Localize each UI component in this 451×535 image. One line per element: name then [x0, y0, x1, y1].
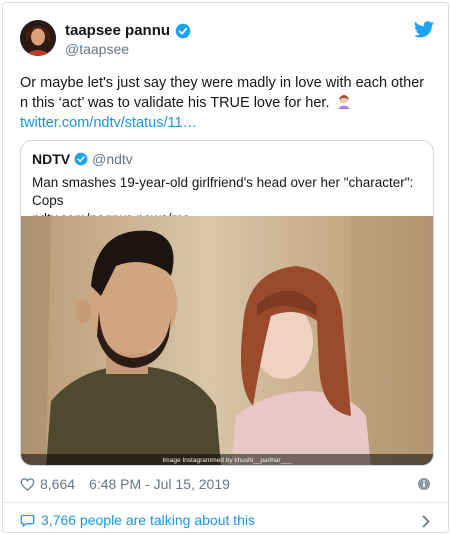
talking-text: 3,766 people are talking about this [41, 512, 256, 528]
couple-photo-illustration [21, 216, 433, 465]
quoted-author-handle: @ndtv [92, 151, 133, 167]
photo-credit: Image Instagrammed by khushi__parihar___ [21, 454, 433, 465]
author-name[interactable]: taapsee pannu [65, 22, 170, 39]
quoted-author-name: NDTV [32, 151, 71, 167]
tweet-meta: 8,664 6:48 PM - Jul 15, 2019 [20, 476, 230, 492]
divider [3, 502, 448, 503]
heart-icon[interactable] [20, 477, 35, 492]
talking-about-link[interactable]: 3,766 people are talking about this [20, 512, 255, 528]
author-name-row: taapsee pannu [65, 22, 191, 39]
chevron-right-icon[interactable] [422, 515, 430, 528]
author-handle[interactable]: @taapsee [65, 41, 129, 57]
tweet-link[interactable]: twitter.com/ndtv/status/11… [20, 113, 432, 133]
tweet-text: Or maybe let's just say they were madly … [20, 73, 432, 133]
quoted-author-row: NDTV @ndtv [32, 151, 133, 167]
speech-bubble-icon [20, 514, 35, 527]
verified-badge-icon [74, 152, 88, 166]
woman-facepalming-emoji [337, 94, 350, 109]
timestamp[interactable]: 6:48 PM - Jul 15, 2019 [89, 476, 230, 492]
tweet-body: Or maybe let's just say they were madly … [20, 75, 425, 111]
quoted-tweet[interactable]: NDTV @ndtv Man smashes 19-year-old girlf… [20, 140, 434, 466]
verified-badge-icon [175, 23, 191, 38]
like-count[interactable]: 8,664 [40, 476, 75, 492]
quoted-headline: Man smashes 19-year-old girlfriend's hea… [32, 175, 414, 208]
quoted-photo[interactable]: Image Instagrammed by khushi__parihar___ [21, 216, 433, 465]
info-icon[interactable] [418, 478, 430, 490]
avatar[interactable] [20, 20, 56, 56]
embedded-tweet-card: taapsee pannu @taapsee Or maybe let's ju… [2, 2, 449, 533]
twitter-bird-icon[interactable] [414, 21, 434, 38]
